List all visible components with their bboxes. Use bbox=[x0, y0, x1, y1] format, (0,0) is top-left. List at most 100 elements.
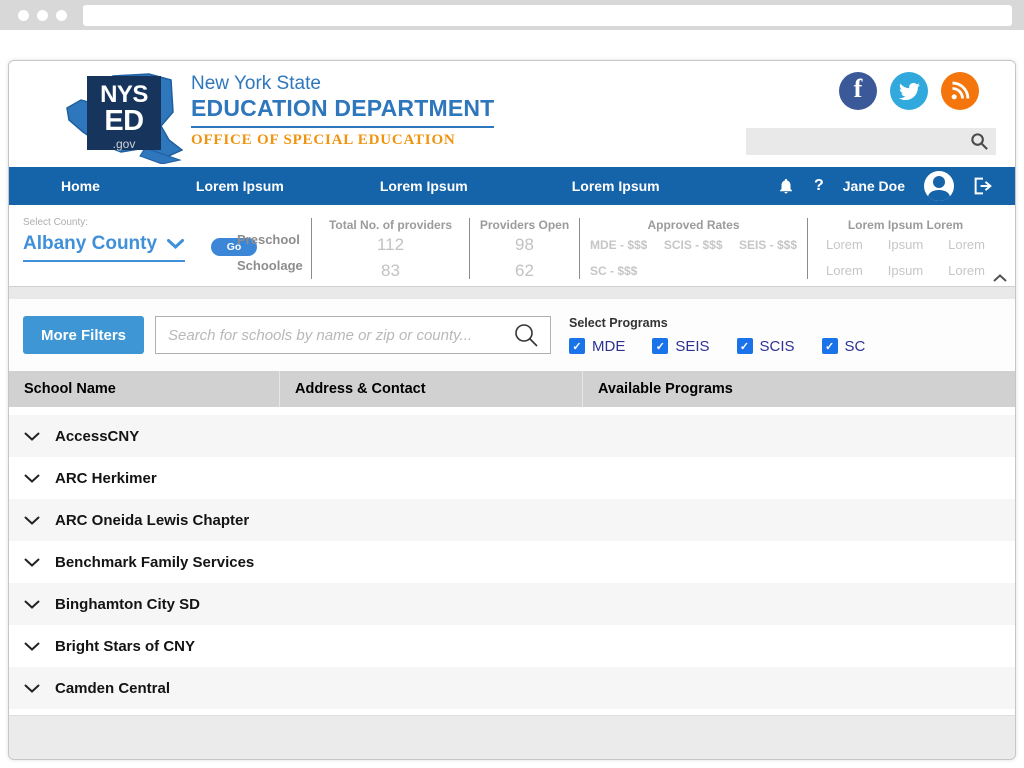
school-name: ARC Herkimer bbox=[55, 469, 157, 487]
rate-value: SEIS - $$$ bbox=[738, 238, 797, 252]
program-label: SC bbox=[844, 337, 866, 355]
school-name: Bright Stars of CNY bbox=[55, 637, 196, 655]
chevron-down-icon bbox=[24, 516, 40, 525]
table-row[interactable]: AccessCNY bbox=[9, 415, 1015, 457]
header-search-icon[interactable] bbox=[970, 132, 989, 151]
program-checkbox-sc[interactable]: ✓ SC bbox=[821, 337, 866, 355]
program-checkbox-mde[interactable]: ✓ MDE bbox=[569, 338, 625, 355]
brand-line2: EDUCATION DEPARTMENT bbox=[191, 95, 495, 128]
bell-icon[interactable] bbox=[777, 177, 795, 195]
school-name: ARC Oneida Lewis Chapter bbox=[55, 511, 250, 529]
brand-line3: OFFICE OF SPECIAL EDUCATION bbox=[191, 132, 456, 148]
logo-nys-text: NYS bbox=[100, 81, 148, 108]
lorem-value: Lorem bbox=[948, 237, 985, 252]
stats-row-labels: Preschool Schoolage bbox=[237, 218, 311, 279]
checked-checkbox-icon: ✓ bbox=[736, 338, 753, 354]
row-label-preschool: Preschool bbox=[237, 232, 300, 247]
table-row[interactable]: Camden Central bbox=[9, 667, 1015, 709]
table-row[interactable]: Binghamton City SD bbox=[9, 583, 1015, 625]
filters-bar: More Filters Select Programs ✓ MDE ✓ SEI… bbox=[9, 299, 1015, 371]
select-programs-group: Select Programs ✓ MDE ✓ SEIS ✓ SCIS ✓ SC bbox=[569, 316, 865, 355]
checked-checkbox-icon: ✓ bbox=[569, 338, 585, 354]
facebook-icon[interactable]: f bbox=[839, 72, 877, 110]
browser-chrome bbox=[0, 0, 1024, 30]
col-header: Approved Rates bbox=[647, 218, 740, 232]
site-header: NYS ED .gov New York State EDUCATION DEP… bbox=[9, 61, 1015, 167]
school-list: AccessCNY ARC Herkimer ARC Oneida Lewis … bbox=[9, 415, 1015, 709]
county-selector: Select County: Albany County Go bbox=[23, 217, 257, 262]
program-checkbox-scis[interactable]: ✓ SCIS bbox=[736, 337, 795, 355]
table-row[interactable]: ARC Oneida Lewis Chapter bbox=[9, 499, 1015, 541]
social-links: f bbox=[839, 72, 979, 110]
lorem-value: Lorem bbox=[948, 263, 985, 278]
school-search-input[interactable] bbox=[156, 317, 513, 353]
lorem-value: Lorem bbox=[826, 263, 863, 278]
selected-county: Albany County bbox=[23, 233, 158, 254]
twitter-icon[interactable] bbox=[890, 72, 928, 110]
avatar[interactable] bbox=[924, 171, 954, 201]
lorem-value: Lorem bbox=[826, 237, 863, 252]
checked-checkbox-icon: ✓ bbox=[821, 338, 838, 354]
lorem-value: Ipsum bbox=[887, 263, 924, 278]
program-label: SCIS bbox=[759, 337, 795, 355]
col-header: Lorem Ipsum Lorem bbox=[847, 218, 964, 232]
row-label-schoolage: Schoolage bbox=[237, 258, 303, 273]
program-label: MDE bbox=[592, 337, 626, 355]
col-header-available-programs: Available Programs bbox=[582, 371, 1015, 407]
browser-url-input[interactable] bbox=[83, 4, 1012, 26]
logo-ed-text: ED bbox=[104, 105, 144, 137]
table-header-gap bbox=[9, 407, 1015, 415]
collapse-panel-button[interactable] bbox=[993, 270, 1007, 285]
stat-value: 112 bbox=[376, 235, 405, 254]
nav-item-lorem2[interactable]: Lorem Ipsum bbox=[380, 178, 468, 194]
footer-band bbox=[9, 715, 1015, 759]
select-programs-label: Select Programs bbox=[569, 315, 668, 330]
nav-item-lorem3[interactable]: Lorem Ipsum bbox=[572, 178, 660, 194]
header-search bbox=[746, 128, 996, 155]
nav-item-home[interactable]: Home bbox=[61, 178, 100, 194]
search-icon[interactable] bbox=[513, 322, 540, 349]
program-checkbox-seis[interactable]: ✓ SEIS bbox=[652, 338, 710, 355]
table-row[interactable]: Bright Stars of CNY bbox=[9, 625, 1015, 667]
nysed-logo-square: NYS ED .gov bbox=[87, 76, 161, 150]
rate-value: SCIS - $$$ bbox=[663, 238, 723, 252]
window-button-icon[interactable] bbox=[56, 9, 67, 21]
main-nav: Home Lorem Ipsum Lorem Ipsum Lorem Ipsum… bbox=[9, 167, 1015, 205]
rss-icon[interactable] bbox=[941, 72, 979, 110]
more-filters-button[interactable]: More Filters bbox=[23, 316, 144, 354]
chevron-down-icon bbox=[24, 684, 40, 693]
nysed-logo[interactable]: NYS ED .gov bbox=[61, 66, 183, 164]
nav-item-lorem1[interactable]: Lorem Ipsum bbox=[196, 178, 284, 194]
school-name: Camden Central bbox=[55, 679, 171, 697]
window-button-icon[interactable] bbox=[37, 9, 48, 21]
rate-value: SC - $$$ bbox=[590, 264, 638, 278]
header-search-input[interactable] bbox=[746, 128, 970, 155]
help-icon[interactable]: ? bbox=[814, 177, 824, 195]
user-name[interactable]: Jane Doe bbox=[843, 178, 905, 194]
col-header: Providers Open bbox=[479, 218, 570, 232]
stat-col-approved-rates: Approved Rates MDE - $$$ SCIS - $$$ SEIS… bbox=[579, 218, 807, 279]
page-card: NYS ED .gov New York State EDUCATION DEP… bbox=[8, 60, 1016, 760]
stat-value: 83 bbox=[381, 261, 400, 280]
table-row[interactable]: Benchmark Family Services bbox=[9, 541, 1015, 583]
window-button-icon[interactable] bbox=[18, 9, 29, 21]
school-search bbox=[155, 316, 551, 354]
brand-text: New York State EDUCATION DEPARTMENT OFFI… bbox=[191, 73, 495, 149]
chevron-down-icon bbox=[24, 558, 40, 567]
chevron-down-icon bbox=[24, 474, 40, 483]
table-row[interactable]: ARC Herkimer bbox=[9, 457, 1015, 499]
col-header: Total No. of providers bbox=[328, 218, 453, 232]
col-header-school-name: School Name bbox=[24, 381, 116, 397]
school-name: Benchmark Family Services bbox=[55, 553, 255, 571]
select-county-label: Select County: bbox=[23, 217, 89, 228]
checked-checkbox-icon: ✓ bbox=[652, 338, 669, 354]
stats-grid: Preschool Schoolage Total No. of provide… bbox=[237, 218, 1003, 280]
county-dropdown[interactable]: Albany County bbox=[23, 233, 185, 262]
logout-icon[interactable] bbox=[973, 177, 993, 195]
table-header: School Name Address & Contact Available … bbox=[9, 371, 1015, 407]
nav-right: ? Jane Doe bbox=[777, 171, 1015, 201]
stat-value: 98 bbox=[515, 235, 534, 254]
stat-value: 62 bbox=[515, 261, 534, 280]
chevron-down-icon bbox=[24, 600, 40, 609]
rate-value: MDE - $$$ bbox=[590, 238, 648, 252]
